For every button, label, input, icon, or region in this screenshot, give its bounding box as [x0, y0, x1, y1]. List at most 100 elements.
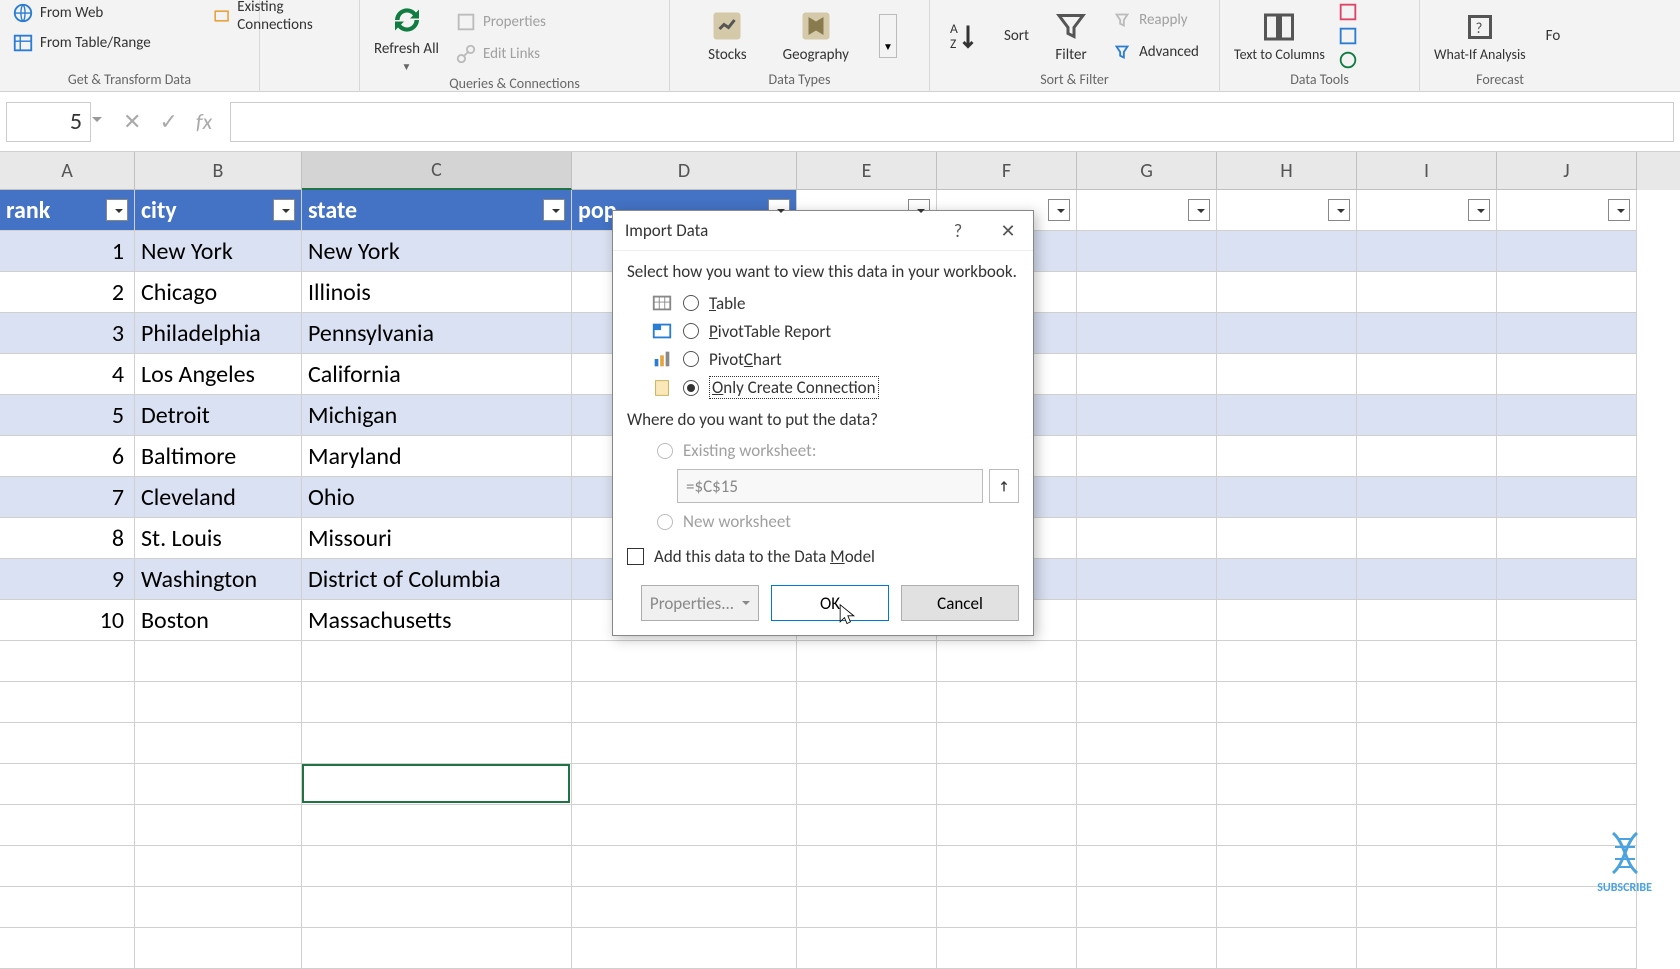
- col-header-g[interactable]: G: [1077, 152, 1217, 190]
- flash-fill-icon[interactable]: [1337, 1, 1359, 23]
- col-header-h[interactable]: H: [1217, 152, 1357, 190]
- sort-button[interactable]: Sort: [998, 25, 1035, 47]
- pivottable-icon: [651, 320, 673, 342]
- cell[interactable]: Cleveland: [135, 477, 302, 518]
- cell[interactable]: California: [302, 354, 572, 395]
- stocks-button[interactable]: Stocks: [702, 6, 753, 66]
- cell[interactable]: Maryland: [302, 436, 572, 477]
- cell[interactable]: New York: [302, 231, 572, 272]
- cell[interactable]: Boston: [135, 600, 302, 641]
- connection-icon: [651, 377, 673, 399]
- ribbon-group-label: Queries & Connections: [368, 75, 661, 96]
- cell[interactable]: 4: [0, 354, 135, 395]
- name-box[interactable]: 5: [6, 102, 91, 142]
- data-types-expand[interactable]: ▼: [879, 14, 897, 58]
- table-icon: [651, 292, 673, 314]
- close-icon[interactable]: ✕: [983, 211, 1033, 251]
- cell[interactable]: 10: [0, 600, 135, 641]
- formula-bar: 5 ✕ ✓ fx: [0, 92, 1680, 152]
- enter-icon[interactable]: ✓: [159, 108, 177, 135]
- advanced-filter-button[interactable]: Advanced: [1107, 39, 1203, 65]
- cell[interactable]: 6: [0, 436, 135, 477]
- ribbon-group-label: Data Tools: [1228, 71, 1411, 92]
- cell[interactable]: 3: [0, 313, 135, 354]
- range-picker-icon[interactable]: [989, 469, 1019, 503]
- text-to-columns-button[interactable]: Text to Columns: [1228, 7, 1331, 64]
- radio-only-connection[interactable]: [683, 380, 699, 396]
- svg-text:Z: Z: [950, 35, 956, 52]
- ribbon-group-label: Data Types: [678, 71, 921, 92]
- only-create-connection-label: Only Create Connection: [709, 376, 879, 399]
- table-header[interactable]: state: [302, 190, 572, 231]
- cell[interactable]: Detroit: [135, 395, 302, 436]
- cell[interactable]: St. Louis: [135, 518, 302, 559]
- cell[interactable]: New York: [135, 231, 302, 272]
- cell[interactable]: 1: [0, 231, 135, 272]
- col-header-j[interactable]: J: [1497, 152, 1637, 190]
- col-header-f[interactable]: F: [937, 152, 1077, 190]
- forecast-button[interactable]: Fo: [1540, 25, 1567, 47]
- fx-icon[interactable]: fx: [196, 108, 212, 135]
- cell[interactable]: Michigan: [302, 395, 572, 436]
- cell[interactable]: Massachusetts: [302, 600, 572, 641]
- cell[interactable]: Pennsylvania: [302, 313, 572, 354]
- cell-reference-input: [677, 469, 983, 503]
- col-header-d[interactable]: D: [572, 152, 797, 190]
- cell[interactable]: District of Columbia: [302, 559, 572, 600]
- cell[interactable]: 9: [0, 559, 135, 600]
- ribbon-group-label: Forecast: [1428, 71, 1572, 92]
- from-table-range-button[interactable]: From Table/Range: [8, 30, 155, 56]
- cell[interactable]: 7: [0, 477, 135, 518]
- cell[interactable]: Los Angeles: [135, 354, 302, 395]
- edit-links-button: Edit Links: [451, 41, 550, 67]
- svg-text:?: ?: [1475, 20, 1482, 38]
- radio-existing-worksheet: [657, 443, 673, 459]
- cell[interactable]: Philadelphia: [135, 313, 302, 354]
- radio-pivotchart[interactable]: [683, 351, 699, 367]
- from-web-button[interactable]: From Web: [8, 0, 107, 26]
- checkbox-data-model[interactable]: [627, 548, 644, 565]
- dna-icon: [1604, 829, 1646, 877]
- dialog-prompt: Select how you want to view this data in…: [627, 261, 1019, 282]
- cancel-icon[interactable]: ✕: [123, 108, 141, 135]
- radio-table[interactable]: [683, 295, 699, 311]
- remove-dup-icon[interactable]: [1337, 25, 1359, 47]
- col-header-i[interactable]: I: [1357, 152, 1497, 190]
- cell[interactable]: Illinois: [302, 272, 572, 313]
- help-icon[interactable]: ?: [933, 211, 983, 251]
- cell[interactable]: 5: [0, 395, 135, 436]
- cell[interactable]: Ohio: [302, 477, 572, 518]
- dialog-title: Import Data: [625, 220, 708, 241]
- cell[interactable]: 8: [0, 518, 135, 559]
- dialog-title-bar[interactable]: Import Data ? ✕: [613, 211, 1033, 251]
- refresh-all-button[interactable]: Refresh All ▼: [368, 0, 445, 75]
- where-prompt: Where do you want to put the data?: [627, 409, 1019, 430]
- cell[interactable]: Chicago: [135, 272, 302, 313]
- col-header-c[interactable]: C: [302, 152, 572, 190]
- col-header-b[interactable]: B: [135, 152, 302, 190]
- cell[interactable]: 2: [0, 272, 135, 313]
- properties-button[interactable]: Properties...: [641, 585, 759, 621]
- cancel-button[interactable]: Cancel: [901, 585, 1019, 621]
- col-header-e[interactable]: E: [797, 152, 937, 190]
- data-validation-icon[interactable]: [1337, 49, 1359, 71]
- formula-input[interactable]: [230, 102, 1674, 142]
- cell[interactable]: Washington: [135, 559, 302, 600]
- cell[interactable]: Missouri: [302, 518, 572, 559]
- existing-connections-button[interactable]: Existing Connections: [208, 0, 351, 36]
- import-data-dialog: Import Data ? ✕ Select how you want to v…: [612, 210, 1034, 636]
- properties-button: Properties: [451, 9, 550, 35]
- ok-button[interactable]: OK: [771, 585, 889, 621]
- geography-button[interactable]: Geography: [777, 6, 855, 66]
- column-headers: A B C D E F G H I J: [0, 152, 1680, 190]
- table-header[interactable]: rank: [0, 190, 135, 231]
- ribbon: From Web From Table/Range Get & Transfor…: [0, 0, 1680, 92]
- cell[interactable]: Baltimore: [135, 436, 302, 477]
- reapply-button: Reapply: [1107, 7, 1203, 33]
- filter-button[interactable]: Filter: [1047, 6, 1095, 66]
- col-header-a[interactable]: A: [0, 152, 135, 190]
- table-header[interactable]: city: [135, 190, 302, 231]
- sort-za-button[interactable]: AZ: [938, 16, 986, 56]
- radio-pivottable[interactable]: [683, 323, 699, 339]
- whatif-analysis-button[interactable]: ? What-If Analysis: [1428, 7, 1532, 64]
